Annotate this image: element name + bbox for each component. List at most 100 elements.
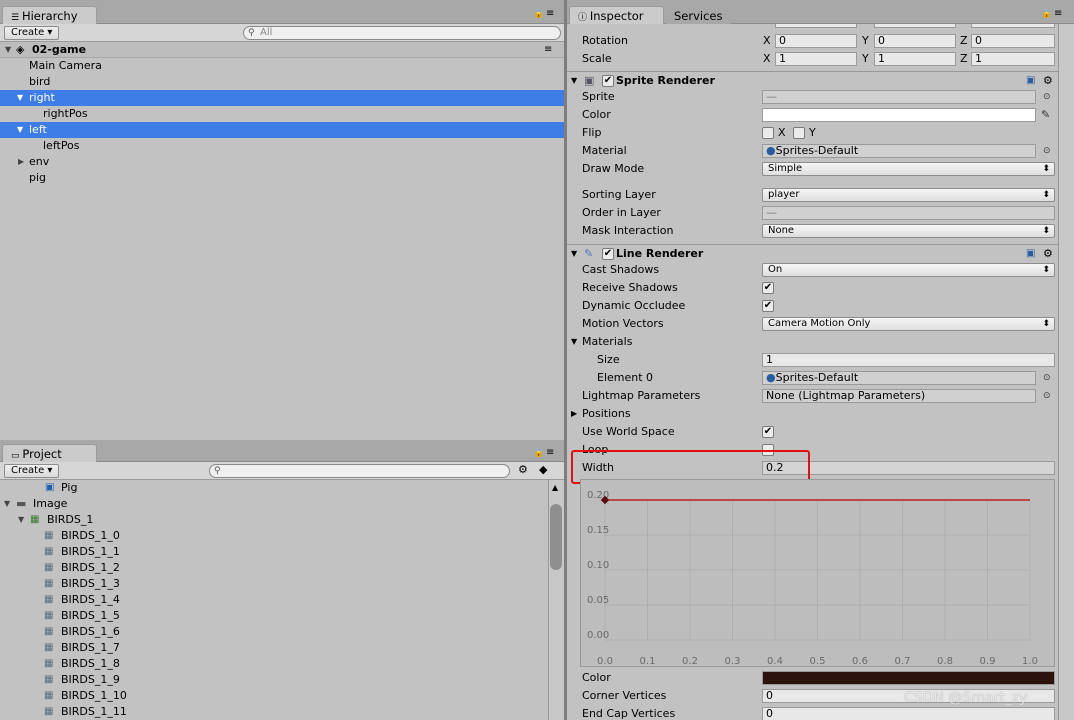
project-item[interactable]: ▼ ▦ BIRDS_1 [0, 512, 548, 528]
order-field[interactable]: — [762, 206, 1055, 220]
filter-by-label-icon[interactable]: ◆ [539, 463, 547, 476]
project-item[interactable]: ▦ BIRDS_1_4 [0, 592, 548, 608]
lock-icon[interactable]: 🔒 [1041, 9, 1052, 19]
width-curve-panel[interactable]: 0.0 0.1 0.2 0.3 0.4 0.5 0.6 0.7 0.8 0.9 1.0 0.20 0.1… [580, 479, 1055, 667]
project-create-button[interactable]: Create ▾ [4, 464, 60, 478]
project-item[interactable]: ▦ BIRDS_1_8 [0, 656, 548, 672]
flip-row: Flip X Y [582, 126, 816, 139]
expand-triangle-icon[interactable]: ▼ [4, 496, 10, 512]
object-picker-icon[interactable]: ⊙ [1043, 88, 1051, 106]
color-swatch[interactable] [762, 108, 1036, 122]
expand-triangle-icon[interactable]: ▼ [18, 512, 24, 528]
position-z-field[interactable] [971, 24, 1055, 28]
line-renderer-enabled-checkbox[interactable]: ✔ [602, 248, 614, 260]
flip-y-checkbox[interactable] [793, 127, 805, 139]
expand-triangle-icon[interactable]: ▼ [17, 90, 23, 106]
project-search-input[interactable]: ⚲ [209, 464, 510, 478]
lock-icon[interactable]: 🔒 [533, 9, 544, 19]
sorting-layer-dropdown[interactable]: player ⬍ [762, 188, 1055, 202]
project-item[interactable]: ▼ ▬ Image [0, 496, 548, 512]
hierarchy-item[interactable]: leftPos [0, 138, 564, 154]
draw-mode-dropdown[interactable]: Simple ⬍ [762, 162, 1055, 176]
menu-icon[interactable]: ≡ [546, 447, 554, 458]
lightmap-field[interactable]: None (Lightmap Parameters) [762, 389, 1036, 403]
menu-icon[interactable]: ≡ [1054, 8, 1062, 19]
project-item[interactable]: ▦ BIRDS_1_9 [0, 672, 548, 688]
object-picker-icon[interactable]: ⊙ [1043, 387, 1051, 405]
cast-shadows-row: Cast Shadows On ⬍ [567, 261, 1058, 279]
hierarchy-item[interactable]: pig [0, 170, 564, 186]
width-curve-chart[interactable]: 0.0 0.1 0.2 0.3 0.4 0.5 0.6 0.7 0.8 0.9 1.00.200.1… [581, 480, 1056, 668]
rotation-z-field[interactable]: 0 [971, 34, 1055, 48]
menu-icon[interactable]: ≡ [546, 8, 554, 19]
project-item[interactable]: ▦ BIRDS_1_11 [0, 704, 548, 720]
sprite-renderer-enabled-checkbox[interactable]: ✔ [602, 75, 614, 87]
hierarchy-item[interactable]: rightPos [0, 106, 564, 122]
inspector-scrollbar[interactable] [1058, 24, 1074, 720]
material-field[interactable]: ●Sprites-Default [762, 144, 1036, 158]
scroll-up-icon[interactable]: ▲ [552, 483, 558, 492]
sprite-field[interactable]: — [762, 90, 1036, 104]
project-item[interactable]: ▣ Pig [0, 480, 548, 496]
scrollbar-thumb[interactable] [550, 504, 562, 570]
unity-icon: ◈ [16, 43, 25, 56]
motion-vectors-dropdown[interactable]: Camera Motion Only ⬍ [762, 317, 1055, 331]
sprite-renderer-header[interactable]: ▼ ▣ ✔ Sprite Renderer ▣ ⚙ [567, 71, 1058, 89]
materials-row[interactable]: ▼ Materials [567, 333, 1058, 351]
expand-triangle-icon[interactable]: ▼ [5, 42, 11, 58]
tab-services[interactable]: Services [666, 7, 731, 25]
hierarchy-item[interactable]: ▶ env [0, 154, 564, 170]
position-y-field[interactable] [874, 24, 956, 28]
dropdown-arrow-icon: ⬍ [1042, 226, 1050, 236]
mask-dropdown[interactable]: None ⬍ [762, 224, 1055, 238]
hierarchy-item-selected[interactable]: ▼ left [0, 122, 564, 138]
object-picker-icon[interactable]: ⊙ [1043, 369, 1051, 387]
sprite-icon: ▦ [44, 594, 54, 605]
dynamic-occludee-checkbox[interactable]: ✔ [762, 300, 774, 312]
scale-z-field[interactable]: 1 [971, 52, 1055, 66]
hierarchy-item-selected[interactable]: ▼ right [0, 90, 564, 106]
line-color-swatch[interactable] [762, 671, 1055, 685]
scale-x-field[interactable]: 1 [775, 52, 857, 66]
project-item[interactable]: ▦ BIRDS_1_7 [0, 640, 548, 656]
project-item[interactable]: ▦ BIRDS_1_1 [0, 544, 548, 560]
tab-hierarchy[interactable]: ☰ Hierarchy [2, 6, 97, 24]
rotation-x-field[interactable]: 0 [775, 34, 857, 48]
position-x-field[interactable] [775, 24, 857, 28]
hierarchy-search-input[interactable]: ⚲ All [243, 26, 561, 40]
receive-shadows-checkbox[interactable]: ✔ [762, 282, 774, 294]
scale-row: Scale X 1 Y 1 Z 1 [567, 50, 1058, 68]
project-item[interactable]: ▦ BIRDS_1_3 [0, 576, 548, 592]
project-item[interactable]: ▦ BIRDS_1_10 [0, 688, 548, 704]
cast-shadows-dropdown[interactable]: On ⬍ [762, 263, 1055, 277]
hierarchy-create-button[interactable]: Create ▾ [4, 26, 60, 40]
project-item[interactable]: ▦ BIRDS_1_2 [0, 560, 548, 576]
hierarchy-item[interactable]: bird [0, 74, 564, 90]
foldout-triangle-icon[interactable]: ▼ [571, 333, 577, 351]
scale-y-field[interactable]: 1 [874, 52, 956, 66]
flip-x-checkbox[interactable] [762, 127, 774, 139]
project-item[interactable]: ▦ BIRDS_1_6 [0, 624, 548, 640]
sprite-icon: ▦ [44, 690, 54, 701]
endcap-vertices-field[interactable]: 0 [762, 707, 1055, 720]
project-item[interactable]: ▦ BIRDS_1_0 [0, 528, 548, 544]
expand-triangle-icon[interactable]: ▼ [17, 122, 23, 138]
positions-row[interactable]: ▶ Positions [567, 405, 1058, 423]
line-renderer-header[interactable]: ▼ ✎ ✔ Line Renderer ▣ ⚙ [567, 244, 1058, 262]
object-picker-icon[interactable]: ⊙ [1043, 142, 1051, 160]
size-field[interactable]: 1 [762, 353, 1055, 367]
eyedropper-icon[interactable]: ✎ [1041, 106, 1050, 124]
hierarchy-item[interactable]: Main Camera [0, 58, 564, 74]
project-item[interactable]: ▦ BIRDS_1_5 [0, 608, 548, 624]
scene-row[interactable]: ▼ ◈ 02-game ≡ [0, 42, 564, 58]
collapse-triangle-icon[interactable]: ▶ [18, 154, 24, 170]
filter-by-type-icon[interactable]: ⚙ [518, 463, 528, 476]
world-space-checkbox[interactable]: ✔ [762, 426, 774, 438]
element0-field[interactable]: ●Sprites-Default [762, 371, 1036, 385]
foldout-triangle-icon[interactable]: ▶ [571, 405, 577, 423]
scene-menu-icon[interactable]: ≡ [544, 42, 552, 58]
tab-inspector[interactable]: ⓘ Inspector [569, 6, 664, 24]
lock-icon[interactable]: 🔒 [533, 448, 544, 458]
tab-project[interactable]: ▭ Project [2, 444, 97, 462]
rotation-y-field[interactable]: 0 [874, 34, 956, 48]
